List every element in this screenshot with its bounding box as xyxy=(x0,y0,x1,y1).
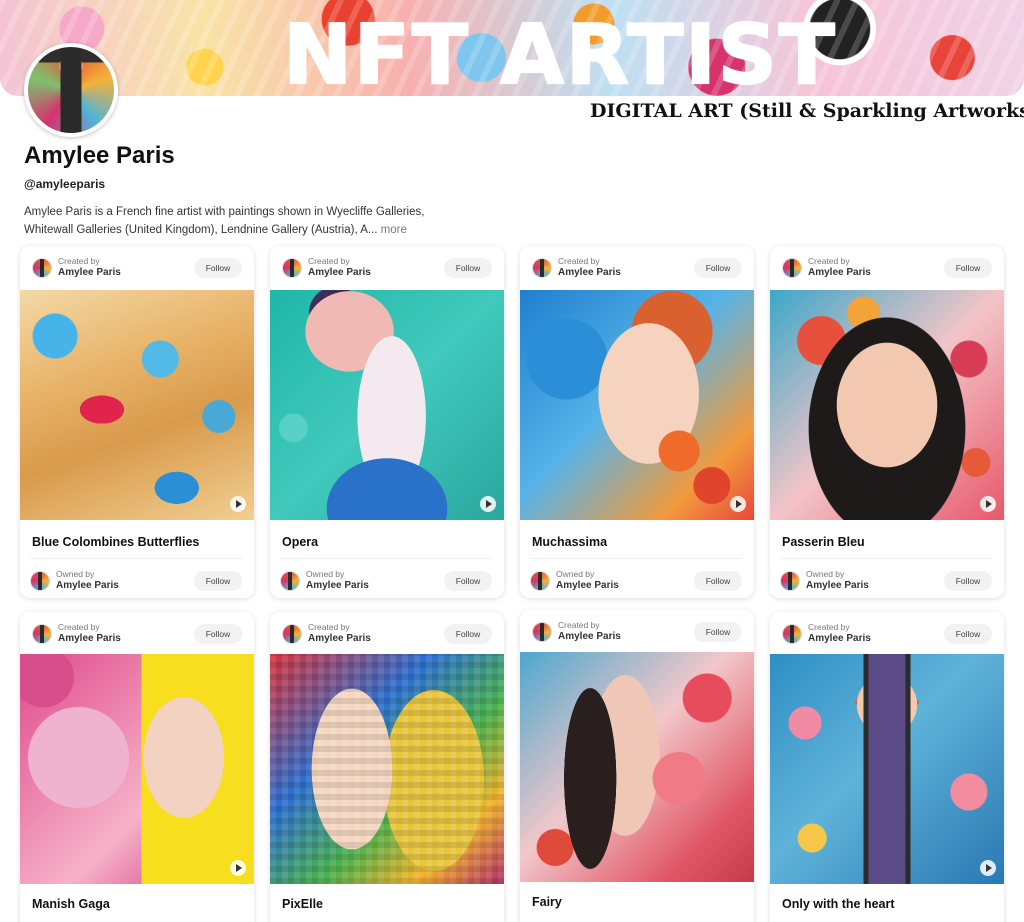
follow-button[interactable]: Follow xyxy=(694,258,742,278)
follow-button[interactable]: Follow xyxy=(944,571,992,591)
card-owner: Owned by Amylee Paris Follow xyxy=(780,558,992,591)
creator-avatar[interactable] xyxy=(282,624,302,644)
artwork-image[interactable] xyxy=(270,654,504,884)
follow-button[interactable]: Follow xyxy=(944,624,992,644)
created-by-label: Created by xyxy=(808,622,850,632)
artwork-title[interactable]: Opera xyxy=(282,535,318,549)
card-creator: Created by Amylee Paris Follow xyxy=(782,256,992,282)
owner-name[interactable]: Amylee Paris xyxy=(556,580,619,591)
profile-bio: Amylee Paris is a French fine artist wit… xyxy=(24,203,464,239)
owned-by-label: Owned by xyxy=(556,569,595,579)
artwork-title[interactable]: Fairy xyxy=(532,895,562,909)
creator-name[interactable]: Amylee Paris xyxy=(558,267,621,278)
card-creator: Created by Amylee Paris Follow xyxy=(282,256,492,282)
follow-button[interactable]: Follow xyxy=(194,624,242,644)
created-by-label: Created by xyxy=(308,622,350,632)
artwork-title[interactable]: Manish Gaga xyxy=(32,897,110,911)
nft-card[interactable]: Created by Amylee Paris Follow Passerin … xyxy=(770,246,1004,598)
bio-more-link[interactable]: more xyxy=(381,224,407,236)
owner-name[interactable]: Amylee Paris xyxy=(306,580,369,591)
artwork-image[interactable] xyxy=(520,290,754,520)
nft-card[interactable]: Created by Amylee Paris Follow Opera Own… xyxy=(270,246,504,598)
follow-button[interactable]: Follow xyxy=(194,258,242,278)
card-creator: Created by Amylee Paris Follow xyxy=(282,622,492,648)
artwork-image[interactable] xyxy=(770,654,1004,884)
artwork-image[interactable] xyxy=(520,652,754,882)
owner-avatar[interactable] xyxy=(280,571,300,591)
created-by-label: Created by xyxy=(58,256,100,266)
profile-bio-text: Amylee Paris is a French fine artist wit… xyxy=(24,206,425,236)
creator-avatar[interactable] xyxy=(32,258,52,278)
owner-avatar[interactable] xyxy=(30,571,50,591)
play-icon[interactable] xyxy=(980,496,996,512)
created-by-label: Created by xyxy=(808,256,850,266)
created-by-label: Created by xyxy=(558,256,600,266)
follow-button[interactable]: Follow xyxy=(194,571,242,591)
owned-by-label: Owned by xyxy=(806,569,845,579)
follow-button[interactable]: Follow xyxy=(444,624,492,644)
creator-name[interactable]: Amylee Paris xyxy=(58,267,121,278)
follow-button[interactable]: Follow xyxy=(694,622,742,642)
creator-avatar[interactable] xyxy=(782,258,802,278)
play-icon[interactable] xyxy=(480,496,496,512)
creator-avatar[interactable] xyxy=(532,622,552,642)
profile-banner: NFT ARTIST xyxy=(0,0,1024,96)
card-creator: Created by Amylee Paris Follow xyxy=(32,622,242,648)
creator-name[interactable]: Amylee Paris xyxy=(558,631,621,642)
creator-avatar[interactable] xyxy=(532,258,552,278)
artwork-image[interactable] xyxy=(270,290,504,520)
artwork-image[interactable] xyxy=(770,290,1004,520)
play-icon[interactable] xyxy=(230,860,246,876)
artwork-title[interactable]: Only with the heart xyxy=(782,897,895,911)
artwork-image[interactable] xyxy=(20,290,254,520)
follow-button[interactable]: Follow xyxy=(444,258,492,278)
follow-button[interactable]: Follow xyxy=(444,571,492,591)
creator-name[interactable]: Amylee Paris xyxy=(308,633,371,644)
play-icon[interactable] xyxy=(230,496,246,512)
nft-card[interactable]: Created by Amylee Paris Follow Muchassim… xyxy=(520,246,754,598)
follow-button[interactable]: Follow xyxy=(944,258,992,278)
profile-handle: @amyleeparis xyxy=(24,177,106,191)
card-owner: Owned by Amylee Paris Follow xyxy=(530,558,742,591)
owned-by-label: Owned by xyxy=(306,569,345,579)
artwork-title[interactable]: Muchassima xyxy=(532,535,607,549)
play-icon[interactable] xyxy=(730,496,746,512)
card-creator: Created by Amylee Paris Follow xyxy=(532,256,742,282)
creator-name[interactable]: Amylee Paris xyxy=(58,633,121,644)
artwork-title[interactable]: PixElle xyxy=(282,897,323,911)
owner-avatar[interactable] xyxy=(780,571,800,591)
owned-by-label: Owned by xyxy=(56,569,95,579)
card-creator: Created by Amylee Paris Follow xyxy=(532,620,742,646)
created-by-label: Created by xyxy=(308,256,350,266)
created-by-label: Created by xyxy=(558,620,600,630)
profile-avatar[interactable] xyxy=(24,43,118,137)
card-owner: Owned by Amylee Paris Follow xyxy=(280,558,492,591)
artwork-image[interactable] xyxy=(20,654,254,884)
owner-name[interactable]: Amylee Paris xyxy=(56,580,119,591)
card-creator: Created by Amylee Paris Follow xyxy=(782,622,992,648)
nft-card[interactable]: Created by Amylee Paris Follow Manish Ga… xyxy=(20,612,254,922)
nft-card[interactable]: Created by Amylee Paris Follow Blue Colo… xyxy=(20,246,254,598)
creator-avatar[interactable] xyxy=(32,624,52,644)
artwork-title[interactable]: Blue Colombines Butterflies xyxy=(32,535,199,549)
profile-name: Amylee Paris xyxy=(24,142,175,169)
banner-title: NFT ARTIST xyxy=(282,7,837,96)
artwork-title[interactable]: Passerin Bleu xyxy=(782,535,865,549)
card-creator: Created by Amylee Paris Follow xyxy=(32,256,242,282)
nft-card[interactable]: Created by Amylee Paris Follow Only with… xyxy=(770,612,1004,922)
banner-subtitle: DIGITAL ART (Still & Sparkling Artworks) xyxy=(590,100,1024,122)
card-owner: Owned by Amylee Paris Follow xyxy=(30,558,242,591)
owner-name[interactable]: Amylee Paris xyxy=(806,580,869,591)
nft-card[interactable]: Created by Amylee Paris Follow Fairy xyxy=(520,610,754,922)
owner-avatar[interactable] xyxy=(530,571,550,591)
nft-card[interactable]: Created by Amylee Paris Follow PixElle xyxy=(270,612,504,922)
creator-name[interactable]: Amylee Paris xyxy=(808,267,871,278)
follow-button[interactable]: Follow xyxy=(694,571,742,591)
creator-name[interactable]: Amylee Paris xyxy=(808,633,871,644)
creator-avatar[interactable] xyxy=(782,624,802,644)
creator-name[interactable]: Amylee Paris xyxy=(308,267,371,278)
creator-avatar[interactable] xyxy=(282,258,302,278)
play-icon[interactable] xyxy=(980,860,996,876)
created-by-label: Created by xyxy=(58,622,100,632)
